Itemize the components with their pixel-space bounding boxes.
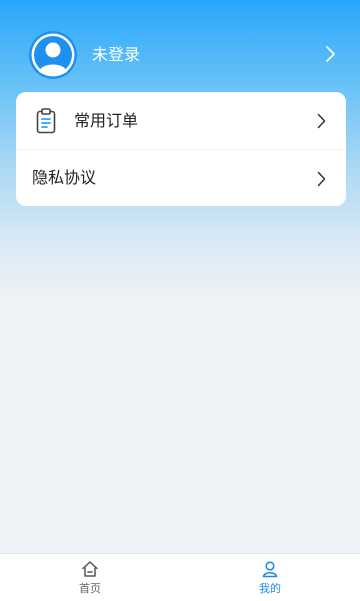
clipboard-icon: [34, 108, 58, 134]
login-status-text[interactable]: 未登录: [92, 44, 140, 66]
tab-home[interactable]: 首页: [0, 554, 180, 601]
bottom-tab-bar: 首页 我的: [0, 553, 360, 601]
chevron-right-icon: [317, 113, 326, 129]
chevron-right-icon[interactable]: [324, 45, 336, 63]
avatar-icon[interactable]: [29, 31, 77, 79]
menu-item-common-orders[interactable]: 常用订单: [16, 92, 346, 149]
tab-label: 首页: [79, 582, 101, 595]
tab-label: 我的: [259, 582, 281, 595]
chevron-right-icon: [317, 171, 326, 187]
profile-header[interactable]: 未登录: [0, 28, 360, 82]
user-icon: [261, 560, 279, 578]
menu-card: 常用订单 隐私协议: [16, 92, 346, 206]
home-icon: [81, 560, 99, 578]
menu-item-privacy-policy[interactable]: 隐私协议: [16, 150, 346, 207]
tab-mine[interactable]: 我的: [180, 554, 360, 601]
menu-item-label: 隐私协议: [32, 168, 97, 187]
menu-item-label: 常用订单: [74, 111, 139, 130]
